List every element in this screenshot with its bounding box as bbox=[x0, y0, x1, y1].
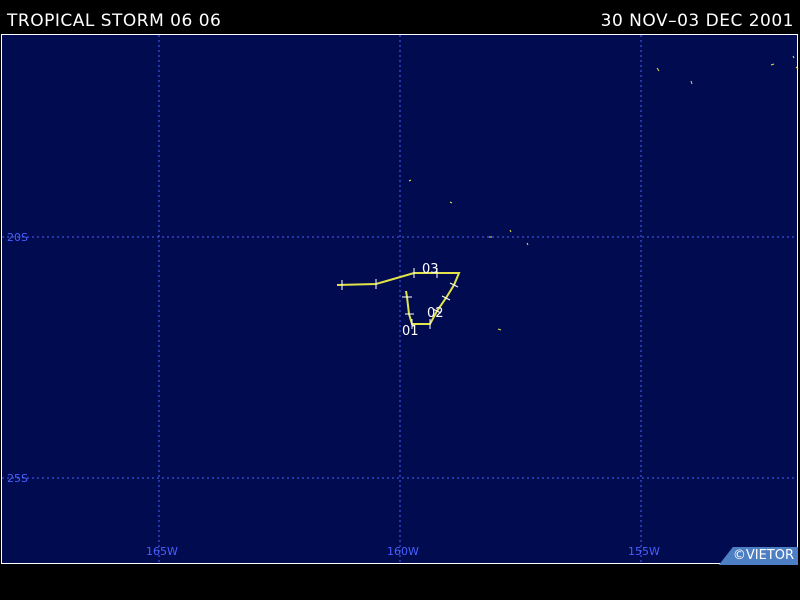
lat-label-25s: 25S bbox=[7, 472, 28, 485]
island bbox=[526, 242, 529, 246]
island bbox=[690, 80, 693, 85]
island bbox=[408, 179, 412, 182]
island bbox=[509, 229, 512, 233]
island bbox=[497, 328, 502, 331]
island bbox=[449, 201, 453, 204]
graticule bbox=[2, 35, 797, 563]
lon-label-165w: 165W bbox=[146, 545, 178, 558]
lon-label-155w: 155W bbox=[628, 545, 660, 558]
map-canvas: 165W 160W 155W 20S 25S 01 02 03 bbox=[2, 35, 799, 563]
island bbox=[795, 66, 799, 70]
lat-label-20s: 20S bbox=[7, 231, 28, 244]
island bbox=[792, 55, 795, 59]
islands bbox=[408, 55, 799, 331]
island bbox=[656, 67, 660, 72]
day-label-03: 03 bbox=[422, 262, 439, 277]
day-label-01: 01 bbox=[402, 324, 419, 339]
day-label-02: 02 bbox=[427, 306, 444, 321]
lon-label-160w: 160W bbox=[387, 545, 419, 558]
island bbox=[770, 63, 775, 66]
